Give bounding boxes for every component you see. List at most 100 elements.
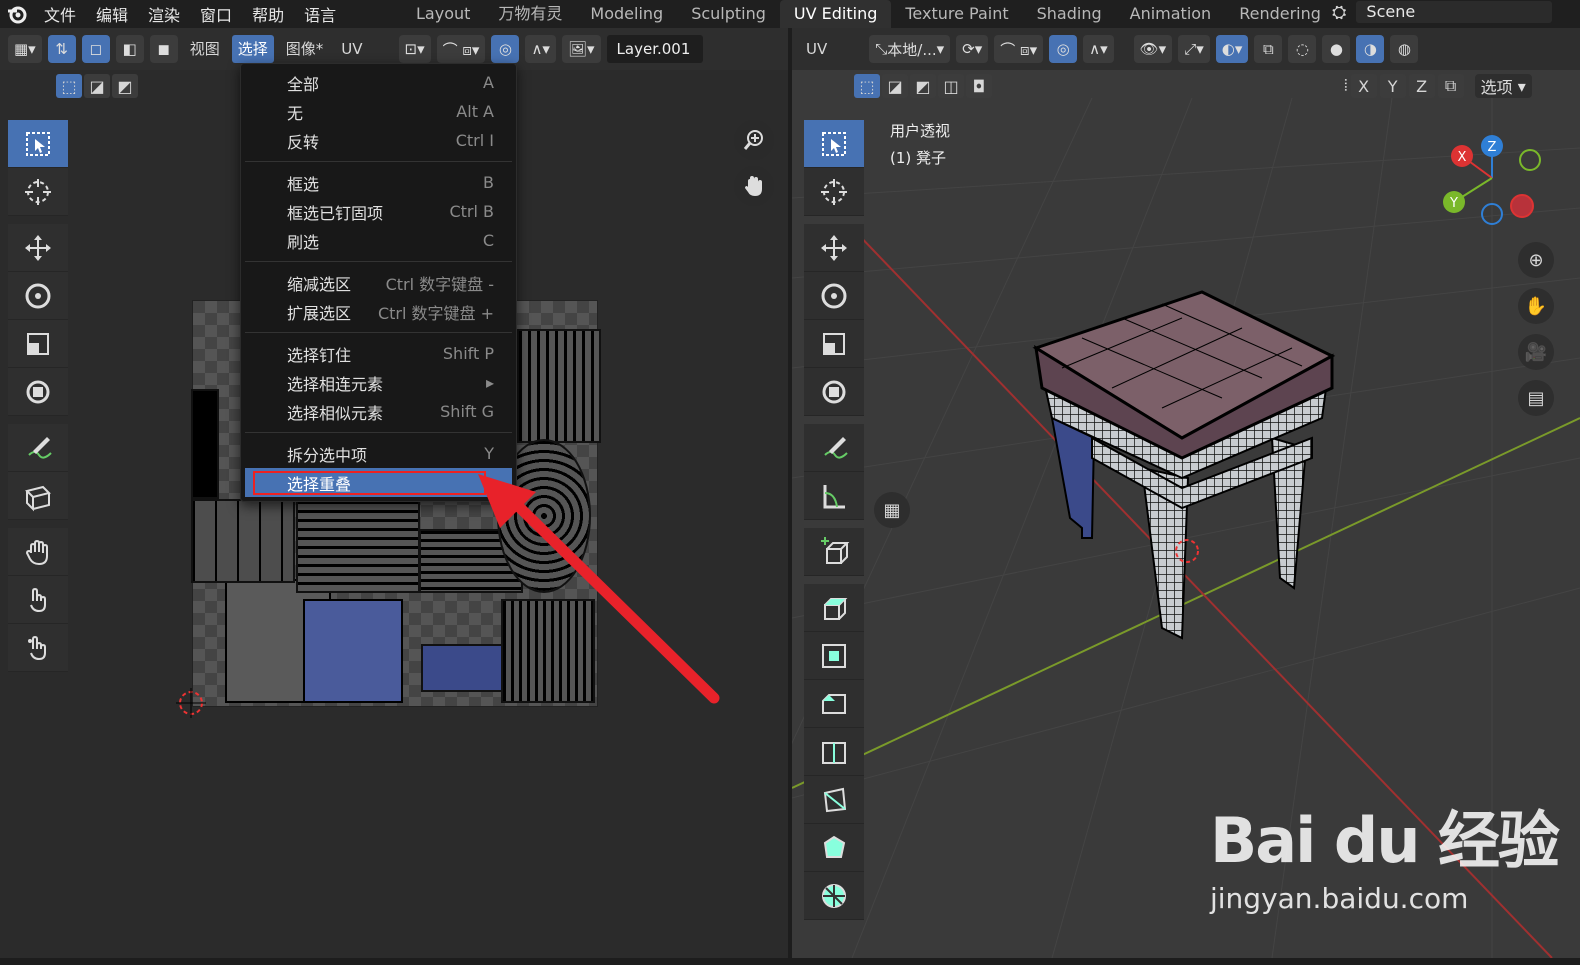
rip-tool-icon[interactable] — [8, 472, 68, 520]
gizmo-icon[interactable]: ⤢▾ — [1178, 35, 1210, 63]
move-tool-icon[interactable] — [804, 224, 864, 272]
menu-image[interactable]: 图像* — [280, 35, 330, 63]
menu-item-invert[interactable]: 反转 Ctrl I — [241, 126, 516, 155]
zoom-icon[interactable] — [734, 120, 774, 160]
select-new-icon[interactable]: ⬚ — [854, 74, 880, 98]
select-box-tool-icon[interactable] — [8, 120, 68, 168]
menu-view[interactable]: 视图 — [184, 35, 226, 63]
axis-z-toggle[interactable]: Z — [1408, 74, 1435, 98]
menu-item-select-less[interactable]: 缩减选区 Ctrl 数字键盘 - — [241, 268, 516, 297]
proportional-edit-icon[interactable]: ◎ — [491, 35, 520, 63]
pan-hand-icon[interactable]: ✋ — [1518, 288, 1554, 324]
scale-tool-icon[interactable] — [8, 320, 68, 368]
menu-window[interactable]: 窗口 — [190, 2, 242, 26]
image-browse-icon[interactable]: 🖼▾ — [561, 35, 601, 63]
tab-layout[interactable]: Layout — [402, 0, 484, 28]
select-extend-icon[interactable]: ◪ — [84, 74, 110, 98]
pivot-point-icon[interactable]: ⟳▾ — [956, 35, 989, 63]
cursor-tool-icon[interactable] — [804, 168, 864, 216]
add-cube-tool-icon[interactable] — [804, 528, 864, 576]
shading-solid-icon[interactable]: ● — [1322, 35, 1351, 63]
move-tool-icon[interactable] — [8, 224, 68, 272]
menu-language[interactable]: 语言 — [294, 2, 346, 26]
select-subtract-icon[interactable]: ◩ — [910, 74, 936, 98]
tab-shading[interactable]: Shading — [1023, 0, 1116, 28]
stool-mesh[interactable] — [1022, 278, 1352, 658]
falloff-icon[interactable]: ∧▾ — [525, 35, 556, 63]
pivot-icon[interactable]: ⊡▾ — [398, 35, 431, 63]
transform-tool-icon[interactable] — [804, 368, 864, 416]
tab-rendering[interactable]: Rendering — [1225, 0, 1335, 28]
inset-tool-icon[interactable] — [804, 632, 864, 680]
tab-texture-paint[interactable]: Texture Paint — [891, 0, 1022, 28]
snap-icon[interactable]: ⌒ ⧈▾ — [436, 35, 486, 63]
select-subtract-icon[interactable]: ◩ — [112, 74, 138, 98]
rotate-tool-icon[interactable] — [8, 272, 68, 320]
menu-item-select-linked[interactable]: 选择相连元素 ▸ — [241, 368, 516, 397]
vertex-select-icon[interactable]: ◻ — [81, 35, 110, 63]
orientation-gizmo[interactable]: Z X Y — [1438, 128, 1548, 228]
uv-sync-icon[interactable]: ▦ — [874, 492, 910, 528]
shading-wireframe-icon[interactable]: ◌ — [1288, 35, 1317, 63]
edge-select-icon[interactable]: ◧ — [115, 35, 144, 63]
annotate-tool-icon[interactable] — [804, 424, 864, 472]
spin-tool-icon[interactable] — [804, 872, 864, 920]
annotate-tool-icon[interactable] — [8, 424, 68, 472]
zoom-icon[interactable]: ⊕ — [1518, 242, 1554, 278]
menu-item-select-all[interactable]: 全部 A — [241, 68, 516, 97]
select-new-icon[interactable]: ⬚ — [56, 74, 82, 98]
perspective-toggle-icon[interactable]: ▤ — [1518, 380, 1554, 416]
menu-uv[interactable]: UV — [335, 35, 368, 63]
snap-toggle-icon[interactable]: ⌒ ⧈▾ — [994, 35, 1044, 63]
uv-2d-cursor-icon[interactable] — [176, 688, 206, 718]
editor-type-icon[interactable]: ▦▾ — [8, 35, 42, 63]
poly-build-tool-icon[interactable] — [804, 824, 864, 872]
options-dropdown[interactable]: 选项 ▾ — [1474, 74, 1532, 98]
visibility-icon[interactable]: 👁▾ — [1133, 35, 1173, 63]
tab-modeling[interactable]: Modeling — [576, 0, 677, 28]
shading-material-icon[interactable]: ◑ — [1356, 35, 1385, 63]
overlay-icon[interactable]: ◐▾ — [1215, 35, 1249, 63]
grab-tool-icon[interactable] — [8, 528, 68, 576]
loop-cut-tool-icon[interactable] — [804, 728, 864, 776]
menu-item-select-similar[interactable]: 选择相似元素 Shift G — [241, 397, 516, 426]
menu-item-box-select-pinned[interactable]: 框选已钉固项 Ctrl B — [241, 197, 516, 226]
select-extend-icon[interactable]: ◪ — [882, 74, 908, 98]
camera-icon[interactable]: 🎥 — [1518, 334, 1554, 370]
select-intersect-icon[interactable]: ◘ — [966, 74, 992, 98]
rotate-tool-icon[interactable] — [804, 272, 864, 320]
shading-rendered-icon[interactable]: ◍ — [1390, 35, 1419, 63]
measure-tool-icon[interactable] — [804, 472, 864, 520]
cursor-tool-icon[interactable] — [8, 168, 68, 216]
menu-item-select-pinned[interactable]: 选择钉住 Shift P — [241, 339, 516, 368]
select-box-tool-icon[interactable] — [804, 120, 864, 168]
axis-y-toggle[interactable]: Y — [1379, 74, 1406, 98]
tab-sculpting[interactable]: Sculpting — [677, 0, 780, 28]
tab-wanwu[interactable]: 万物有灵 — [484, 0, 576, 28]
knife-tool-icon[interactable] — [804, 776, 864, 824]
menu-help[interactable]: 帮助 — [242, 2, 294, 26]
auto-merge-icon[interactable]: ⧉ — [1437, 74, 1464, 98]
scene-name[interactable]: Scene — [1356, 1, 1552, 23]
3d-cursor-icon[interactable] — [1172, 536, 1202, 566]
menu-item-select-more[interactable]: 扩展选区 Ctrl 数字键盘 + — [241, 297, 516, 326]
menu-render[interactable]: 渲染 — [138, 2, 190, 26]
scale-tool-icon[interactable] — [804, 320, 864, 368]
menu-file[interactable]: 文件 — [34, 2, 86, 26]
pan-hand-icon[interactable] — [734, 166, 774, 206]
relax-tool-icon[interactable] — [8, 576, 68, 624]
select-invert-icon[interactable]: ◫ — [938, 74, 964, 98]
face-select-icon[interactable]: ◼ — [149, 35, 178, 63]
menu-edit[interactable]: 编辑 — [86, 2, 138, 26]
proportional-edit-icon[interactable]: ◎ — [1049, 35, 1078, 63]
menu-item-box-select[interactable]: 框选 B — [241, 168, 516, 197]
image-name-field[interactable]: Layer.001 — [606, 35, 703, 63]
extrude-tool-icon[interactable] — [804, 584, 864, 632]
pinch-tool-icon[interactable] — [8, 624, 68, 672]
menu-item-circle-select[interactable]: 刷选 C — [241, 226, 516, 255]
sync-selection-icon[interactable]: ⇅ — [47, 35, 76, 63]
menu-item-select-none[interactable]: 无 Alt A — [241, 97, 516, 126]
tab-animation[interactable]: Animation — [1116, 0, 1226, 28]
menu-item-split-selection[interactable]: 拆分选中项 Y — [241, 439, 516, 468]
transform-orientation-icon[interactable]: ⤡ 本地/... ▾ — [869, 35, 951, 63]
